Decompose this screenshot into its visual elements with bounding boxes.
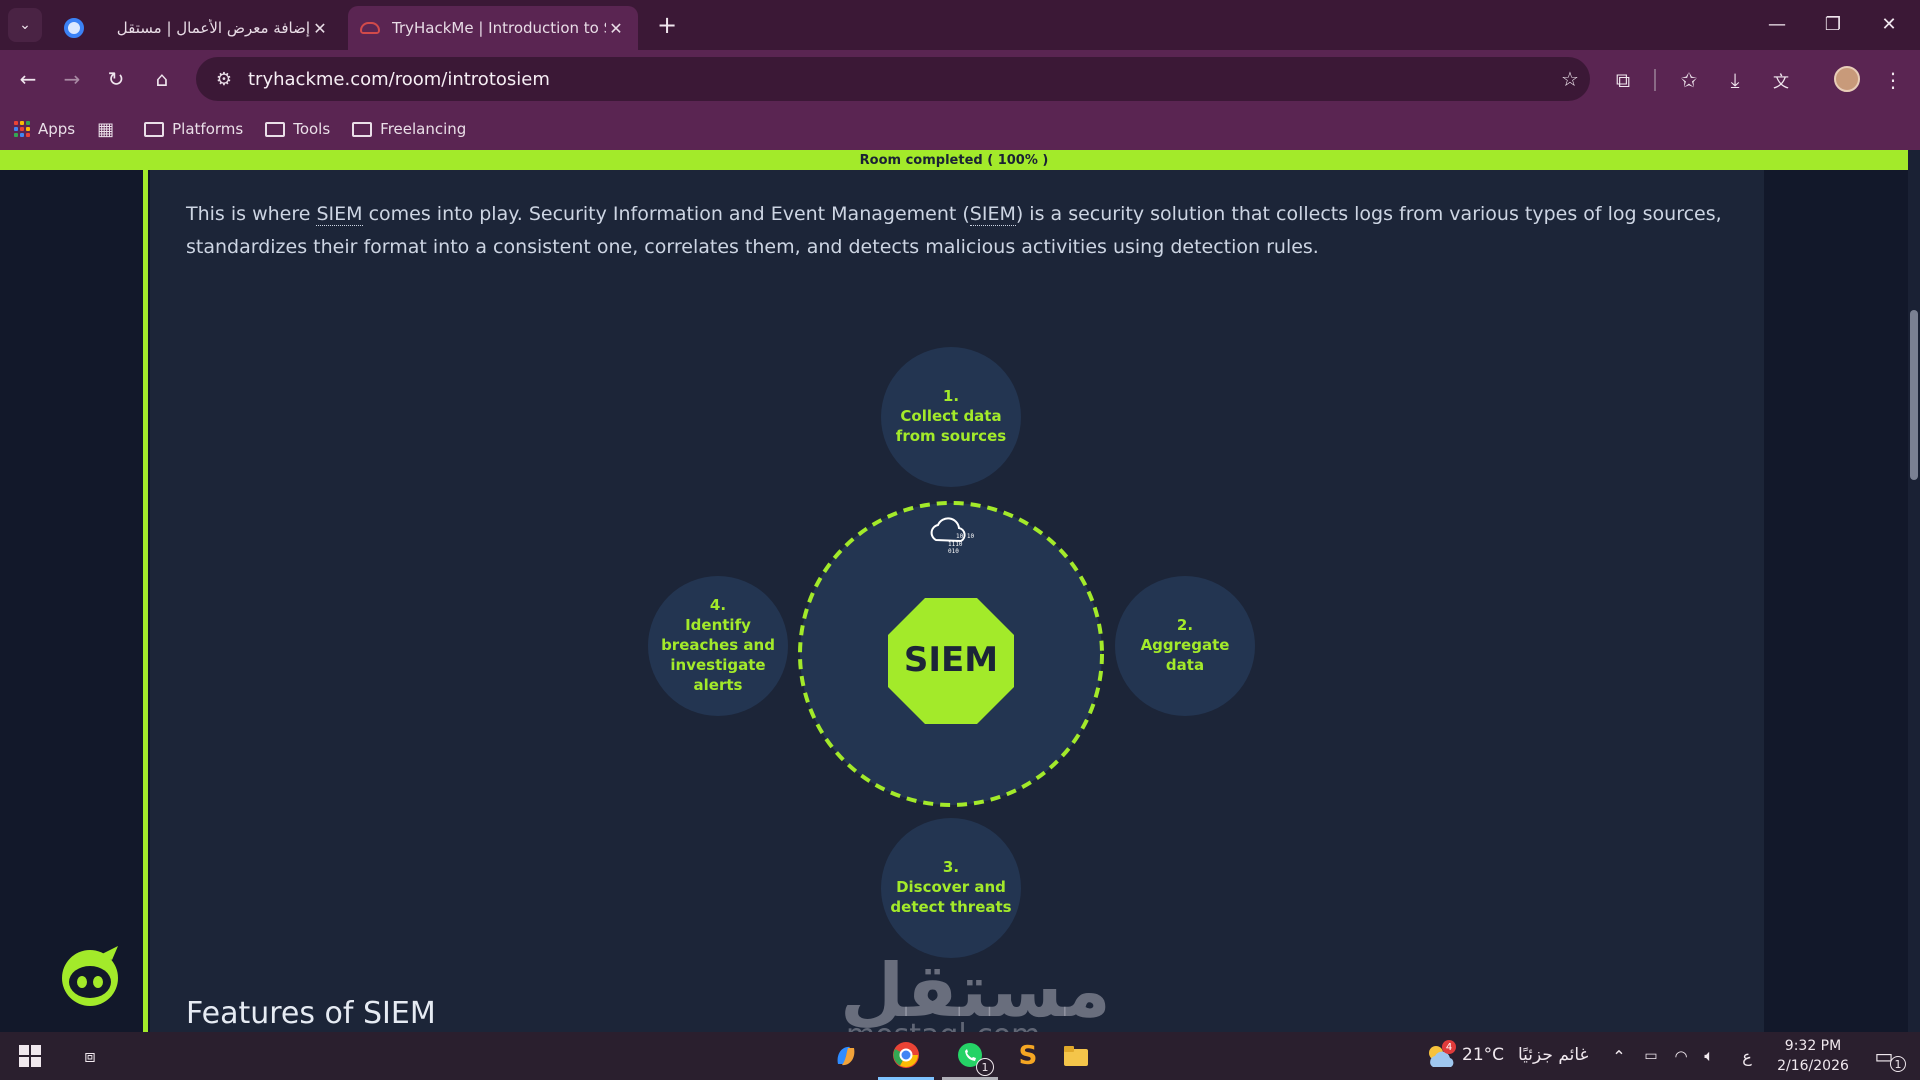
apps-grid-icon	[14, 121, 30, 137]
home-icon[interactable]: ⌂	[146, 63, 178, 95]
bookmark-label: Apps	[38, 120, 76, 138]
url-text[interactable]: tryhackme.com/room/introtosiem	[242, 69, 1550, 90]
notification-count: 1	[1890, 1056, 1906, 1072]
task-accent-bar	[143, 170, 148, 1032]
node-text: 4.	[710, 596, 726, 614]
node-text: alerts	[694, 676, 743, 694]
node-text: 1.	[943, 387, 959, 405]
reload-icon[interactable]: ↻	[100, 63, 132, 95]
task-view-icon[interactable]: ⧈	[70, 1032, 110, 1080]
download-icon[interactable]: ⤓	[1718, 63, 1752, 97]
chevron-down-icon: ⌄	[19, 17, 31, 33]
svg-text:10 10: 10 10	[956, 533, 974, 540]
restore-icon[interactable]: ❐	[1806, 0, 1860, 48]
tab-groups-icon: ▦	[97, 118, 115, 140]
bookmark-folder-freelancing[interactable]: Freelancing	[352, 120, 466, 138]
siem-center-label: SIEM	[904, 640, 998, 680]
close-tab-icon[interactable]: ✕	[606, 19, 626, 38]
close-tab-icon[interactable]: ✕	[310, 19, 330, 38]
bookmark-star-icon[interactable]: ☆	[1550, 67, 1590, 91]
forward-arrow-icon[interactable]: →	[56, 63, 88, 95]
copilot-icon[interactable]	[826, 1032, 866, 1080]
battery-icon[interactable]: ▭	[1638, 1032, 1664, 1080]
whatsapp-taskbar-icon[interactable]: 1	[942, 1032, 998, 1080]
windows-start-icon[interactable]	[10, 1032, 50, 1080]
tab-title: إضافة معرض الأعمال | مستقل	[116, 19, 310, 37]
mostaql-favicon-icon	[64, 18, 84, 38]
folder-icon	[265, 121, 286, 137]
folder-icon	[144, 121, 165, 137]
sublime-text-icon[interactable]: S	[1008, 1032, 1048, 1080]
windows-taskbar: ⧈ 1 S 4 21°C غائم جزئيًا ⌃ ▭ ◠ 🔈︎ ع 9:32…	[0, 1032, 1920, 1080]
task-card: This is where SIEM comes into play. Secu…	[150, 170, 1764, 1032]
close-window-icon[interactable]: ✕	[1862, 0, 1916, 48]
site-info-icon[interactable]: ⚙	[206, 69, 242, 90]
weather-icon[interactable]: 4	[1420, 1032, 1460, 1080]
section-heading: Features of SIEM	[186, 996, 436, 1031]
node-text: 2.	[1177, 616, 1193, 634]
node-text: 3.	[943, 858, 959, 876]
system-clock[interactable]: 9:32 PM 2/16/2026	[1768, 1036, 1858, 1076]
bookmark-label: Tools	[293, 120, 331, 138]
address-bar[interactable]: ⚙ tryhackme.com/room/introtosiem ☆	[196, 57, 1590, 101]
bookmark-label: Platforms	[172, 120, 244, 138]
node-text: Aggregate	[1141, 636, 1230, 654]
page-scrollbar-thumb[interactable]	[1910, 310, 1918, 480]
node-text: Discover and	[896, 878, 1006, 896]
favorites-icon[interactable]: ✩	[1672, 63, 1706, 97]
weather-description[interactable]: غائم جزئيًا	[1518, 1045, 1588, 1065]
bookmark-tab-groups[interactable]: ▦	[97, 119, 122, 140]
chrome-taskbar-icon[interactable]	[878, 1032, 934, 1080]
tab-title: TryHackMe | Introduction to SIEM	[392, 19, 606, 37]
page-scrollbar-track[interactable]	[1908, 150, 1920, 1032]
tryhackme-logo-icon[interactable]	[56, 940, 124, 1008]
menu-kebab-icon[interactable]: ⋮	[1876, 63, 1910, 97]
back-arrow-icon[interactable]: ←	[12, 63, 44, 95]
tray-chevron-up-icon[interactable]: ⌃	[1606, 1032, 1632, 1080]
toolbar-divider	[1654, 69, 1656, 91]
siem-cycle-diagram: 10 10 1110 010 SIEM 1. Collect data from…	[648, 347, 1255, 958]
extensions-icon[interactable]: ⧉	[1606, 63, 1640, 97]
bookmark-label: Freelancing	[380, 120, 467, 138]
whatsapp-badge: 1	[976, 1058, 994, 1076]
browser-toolbar: ← → ↻ ⌂ ⚙ tryhackme.com/room/introtosiem…	[0, 50, 1920, 108]
bookmarks-bar: Apps ▦ Platforms Tools Freelancing	[0, 108, 1920, 150]
node-text: detect threats	[890, 898, 1011, 916]
wifi-icon[interactable]: ◠	[1668, 1032, 1694, 1080]
tab-strip: ⌄ إضافة معرض الأعمال | مستقل ✕ TryHackMe…	[0, 0, 1920, 50]
input-language-indicator[interactable]: ع	[1734, 1032, 1760, 1080]
bookmark-folder-platforms[interactable]: Platforms	[144, 120, 243, 138]
node-text: from sources	[896, 427, 1006, 445]
volume-icon[interactable]: 🔈︎	[1696, 1032, 1722, 1080]
svg-text:010: 010	[948, 548, 959, 555]
new-tab-button[interactable]: +	[652, 10, 682, 40]
clock-date: 2/16/2026	[1777, 1058, 1849, 1074]
profile-avatar[interactable]	[1834, 66, 1860, 92]
node-text: Identify	[685, 616, 751, 634]
page-content: This is where SIEM comes into play. Secu…	[0, 170, 1908, 1032]
tab-mostaql[interactable]: إضافة معرض الأعمال | مستقل ✕	[52, 6, 342, 50]
tab-tryhackme[interactable]: TryHackMe | Introduction to SIEM ✕	[348, 6, 638, 50]
node-text: data	[1166, 656, 1204, 674]
minimize-icon[interactable]: —	[1750, 0, 1804, 48]
bookmark-folder-tools[interactable]: Tools	[265, 120, 330, 138]
node-text: investigate	[670, 656, 765, 674]
node-text: breaches and	[661, 636, 775, 654]
room-progress-banner: Room completed ( 100% )	[0, 150, 1908, 170]
node-text: Collect data	[900, 407, 1001, 425]
tab-search-dropdown[interactable]: ⌄	[8, 8, 42, 42]
weather-alert-badge: 4	[1442, 1040, 1456, 1054]
translate-icon[interactable]: 文	[1764, 63, 1798, 97]
bookmark-apps[interactable]: Apps	[14, 120, 75, 138]
weather-temperature[interactable]: 21°C	[1462, 1045, 1504, 1065]
svg-text:1110: 1110	[948, 541, 963, 548]
folder-icon	[352, 121, 373, 137]
clock-time: 9:32 PM	[1784, 1038, 1842, 1054]
tryhackme-favicon-icon	[360, 22, 380, 34]
notification-center-icon[interactable]: ▭ 1	[1864, 1032, 1906, 1080]
file-explorer-icon[interactable]	[1056, 1032, 1096, 1080]
